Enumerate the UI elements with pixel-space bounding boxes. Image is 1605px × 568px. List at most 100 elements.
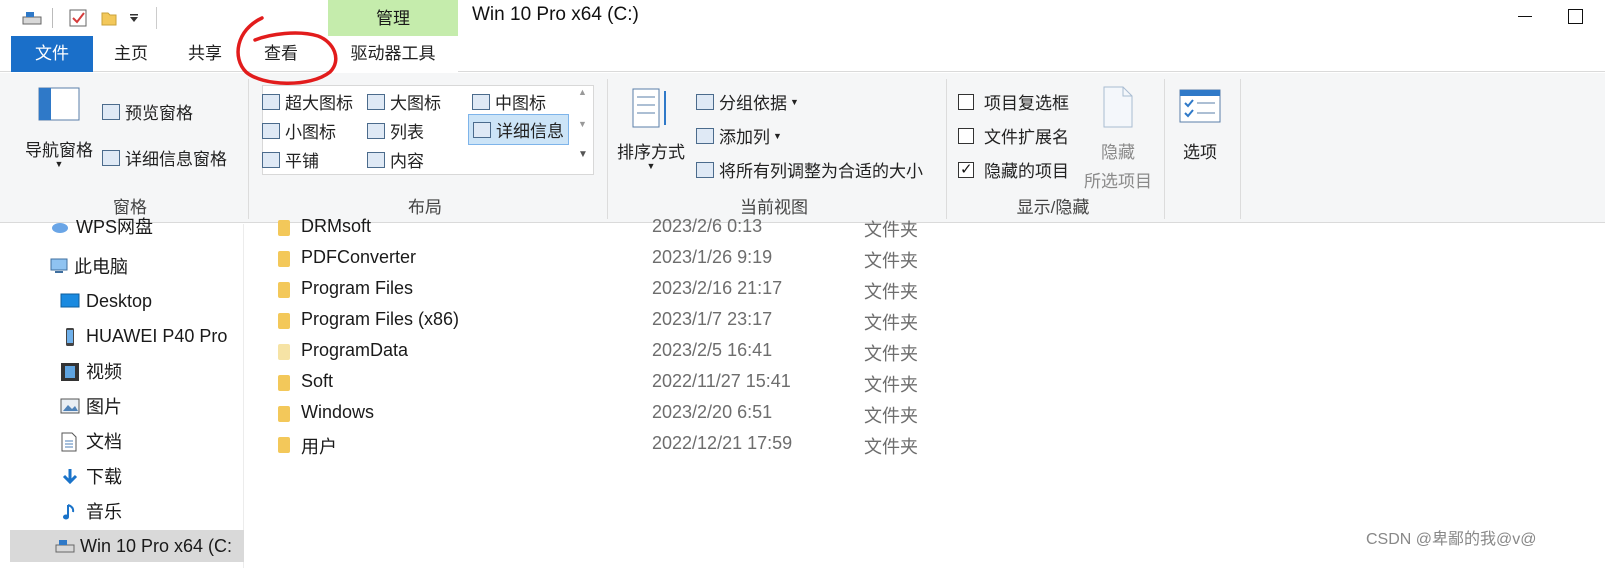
nav-item-videos[interactable]: 视频 bbox=[10, 355, 244, 387]
customize-quick-access-icon[interactable] bbox=[127, 6, 141, 30]
list-icon bbox=[367, 122, 385, 139]
tab-file[interactable]: 文件 bbox=[11, 36, 93, 72]
hidden-items-toggle[interactable]: 隐藏的项目 bbox=[958, 157, 1069, 182]
hide-selected-items-button[interactable]: 隐藏 所选项目 bbox=[1080, 85, 1156, 192]
group-separator bbox=[1164, 79, 1165, 219]
options-button[interactable]: 选项 bbox=[1172, 89, 1228, 163]
file-name: 用户 bbox=[301, 437, 337, 457]
layout-item-label: 详细信息 bbox=[496, 122, 564, 141]
details-pane-button[interactable]: 详细信息窗格 bbox=[102, 145, 227, 170]
layout-medium-icons[interactable]: 中图标 bbox=[472, 89, 546, 114]
hidden-items-label: 隐藏的项目 bbox=[984, 162, 1069, 181]
group-separator bbox=[607, 79, 608, 219]
file-row[interactable]: PDFConverter 2023/1/26 9:19 文件夹 bbox=[246, 243, 1605, 274]
add-columns-button[interactable]: 添加列 ▼ bbox=[696, 123, 782, 148]
preview-pane-button[interactable]: 预览窗格 bbox=[102, 99, 193, 124]
file-row[interactable]: Program Files 2023/2/16 21:17 文件夹 bbox=[246, 274, 1605, 305]
nav-item-wps-cloud[interactable]: WPS网盘 bbox=[10, 210, 244, 242]
layout-scroll-up[interactable]: ▲ bbox=[578, 87, 587, 97]
file-date: 2023/1/7 23:17 bbox=[652, 309, 773, 329]
video-icon bbox=[60, 362, 80, 381]
drive-icon bbox=[20, 6, 44, 30]
tab-view[interactable]: 查看 bbox=[248, 36, 314, 72]
desktop-icon bbox=[60, 292, 80, 310]
file-row[interactable]: 用户 2022/12/21 17:59 文件夹 bbox=[246, 429, 1605, 460]
nav-item-downloads[interactable]: 下载 bbox=[10, 460, 244, 492]
nav-item-pictures[interactable]: 图片 bbox=[10, 390, 244, 422]
file-date: 2022/11/27 15:41 bbox=[652, 371, 791, 391]
tab-manage[interactable]: 管理 bbox=[328, 0, 458, 38]
nav-item-huawei-phone[interactable]: HUAWEI P40 Pro bbox=[10, 320, 244, 352]
layout-scroll-down[interactable]: ▼ bbox=[578, 119, 587, 129]
file-name: Program Files (x86) bbox=[301, 309, 460, 329]
tab-home[interactable]: 主页 bbox=[98, 36, 164, 72]
maximize-button[interactable] bbox=[1556, 0, 1602, 36]
layout-list[interactable]: 列表 bbox=[367, 118, 424, 143]
nav-item-desktop[interactable]: Desktop bbox=[10, 285, 244, 317]
nav-item-music[interactable]: 音乐 bbox=[10, 495, 244, 527]
nav-item-this-pc[interactable]: 此电脑 bbox=[10, 250, 244, 282]
layout-small-icons[interactable]: 小图标 bbox=[262, 118, 336, 143]
file-type: 文件夹 bbox=[864, 251, 918, 271]
tab-drive-tools[interactable]: 驱动器工具 bbox=[328, 36, 458, 72]
layout-extra-large-icons[interactable]: 超大图标 bbox=[262, 89, 353, 114]
title-divider bbox=[156, 7, 157, 29]
details-icon bbox=[473, 121, 491, 138]
tab-share[interactable]: 共享 bbox=[172, 36, 238, 72]
preview-pane-icon bbox=[102, 103, 120, 120]
layout-tiles[interactable]: 平铺 bbox=[262, 147, 319, 172]
file-row[interactable]: ProgramData 2023/2/5 16:41 文件夹 bbox=[246, 336, 1605, 367]
options-icon bbox=[1179, 89, 1221, 128]
picture-icon bbox=[60, 397, 80, 415]
file-date: 2023/2/20 6:51 bbox=[652, 402, 773, 422]
item-checkboxes-checkbox[interactable] bbox=[958, 93, 974, 110]
group-separator bbox=[1240, 79, 1241, 219]
properties-icon[interactable] bbox=[66, 6, 90, 30]
layout-details[interactable]: 详细信息 bbox=[468, 114, 569, 145]
quick-access-divider bbox=[52, 8, 53, 28]
size-all-columns-label: 将所有列调整为合适的大小 bbox=[719, 162, 923, 181]
nav-item-label: Win 10 Pro x64 (C: bbox=[80, 535, 233, 556]
file-row[interactable]: Soft 2022/11/27 15:41 文件夹 bbox=[246, 367, 1605, 398]
sort-by-label: 排序方式 bbox=[617, 143, 685, 162]
file-extensions-checkbox[interactable] bbox=[958, 127, 974, 144]
file-date: 2023/2/5 16:41 bbox=[652, 340, 773, 360]
chevron-down-icon: ▼ bbox=[646, 161, 656, 171]
layout-content[interactable]: 内容 bbox=[367, 147, 424, 172]
nav-item-documents[interactable]: 文档 bbox=[10, 425, 244, 457]
group-by-button[interactable]: 分组依据 ▼ bbox=[696, 89, 799, 114]
layout-item-label: 大图标 bbox=[390, 94, 441, 113]
folder-icon bbox=[278, 406, 290, 422]
nav-item-label: HUAWEI P40 Pro bbox=[86, 325, 228, 346]
file-extensions-toggle[interactable]: 文件扩展名 bbox=[958, 123, 1069, 148]
nav-item-c-drive[interactable]: Win 10 Pro x64 (C: bbox=[10, 530, 244, 562]
navigation-pane-button[interactable]: 导航窗格 ▼ bbox=[22, 87, 96, 169]
layout-expand[interactable]: ▼ bbox=[578, 149, 588, 160]
file-row[interactable]: Program Files (x86) 2023/1/7 23:17 文件夹 bbox=[246, 305, 1605, 336]
folder-icon bbox=[278, 251, 290, 267]
group-by-icon bbox=[696, 93, 714, 110]
sort-by-button[interactable]: 排序方式 ▼ bbox=[614, 87, 688, 171]
new-folder-icon[interactable] bbox=[97, 6, 121, 30]
file-name: DRMsoft bbox=[301, 216, 372, 236]
item-checkboxes-toggle[interactable]: 项目复选框 bbox=[958, 89, 1069, 114]
file-date: 2023/2/16 21:17 bbox=[652, 278, 783, 298]
group-separator bbox=[946, 79, 947, 219]
file-type: 文件夹 bbox=[864, 344, 918, 364]
hidden-items-checkbox[interactable] bbox=[958, 160, 974, 178]
nav-item-label: WPS网盘 bbox=[76, 217, 154, 237]
computer-icon bbox=[48, 257, 68, 275]
drive-icon bbox=[54, 537, 75, 555]
cloud-drive-icon bbox=[50, 217, 70, 235]
sort-by-icon bbox=[629, 87, 673, 134]
folder-icon bbox=[278, 344, 290, 360]
layout-large-icons[interactable]: 大图标 bbox=[367, 89, 441, 114]
file-row[interactable]: DRMsoft 2023/2/6 0:13 文件夹 bbox=[246, 212, 1605, 243]
item-checkboxes-label: 项目复选框 bbox=[984, 94, 1069, 113]
size-all-columns-button[interactable]: 将所有列调整为合适的大小 bbox=[696, 157, 923, 182]
minimize-button[interactable] bbox=[1506, 0, 1552, 36]
file-name: PDFConverter bbox=[301, 247, 417, 267]
file-row[interactable]: Windows 2023/2/20 6:51 文件夹 bbox=[246, 398, 1605, 429]
nav-item-label: 图片 bbox=[86, 397, 122, 417]
nav-item-label: 音乐 bbox=[86, 502, 122, 522]
